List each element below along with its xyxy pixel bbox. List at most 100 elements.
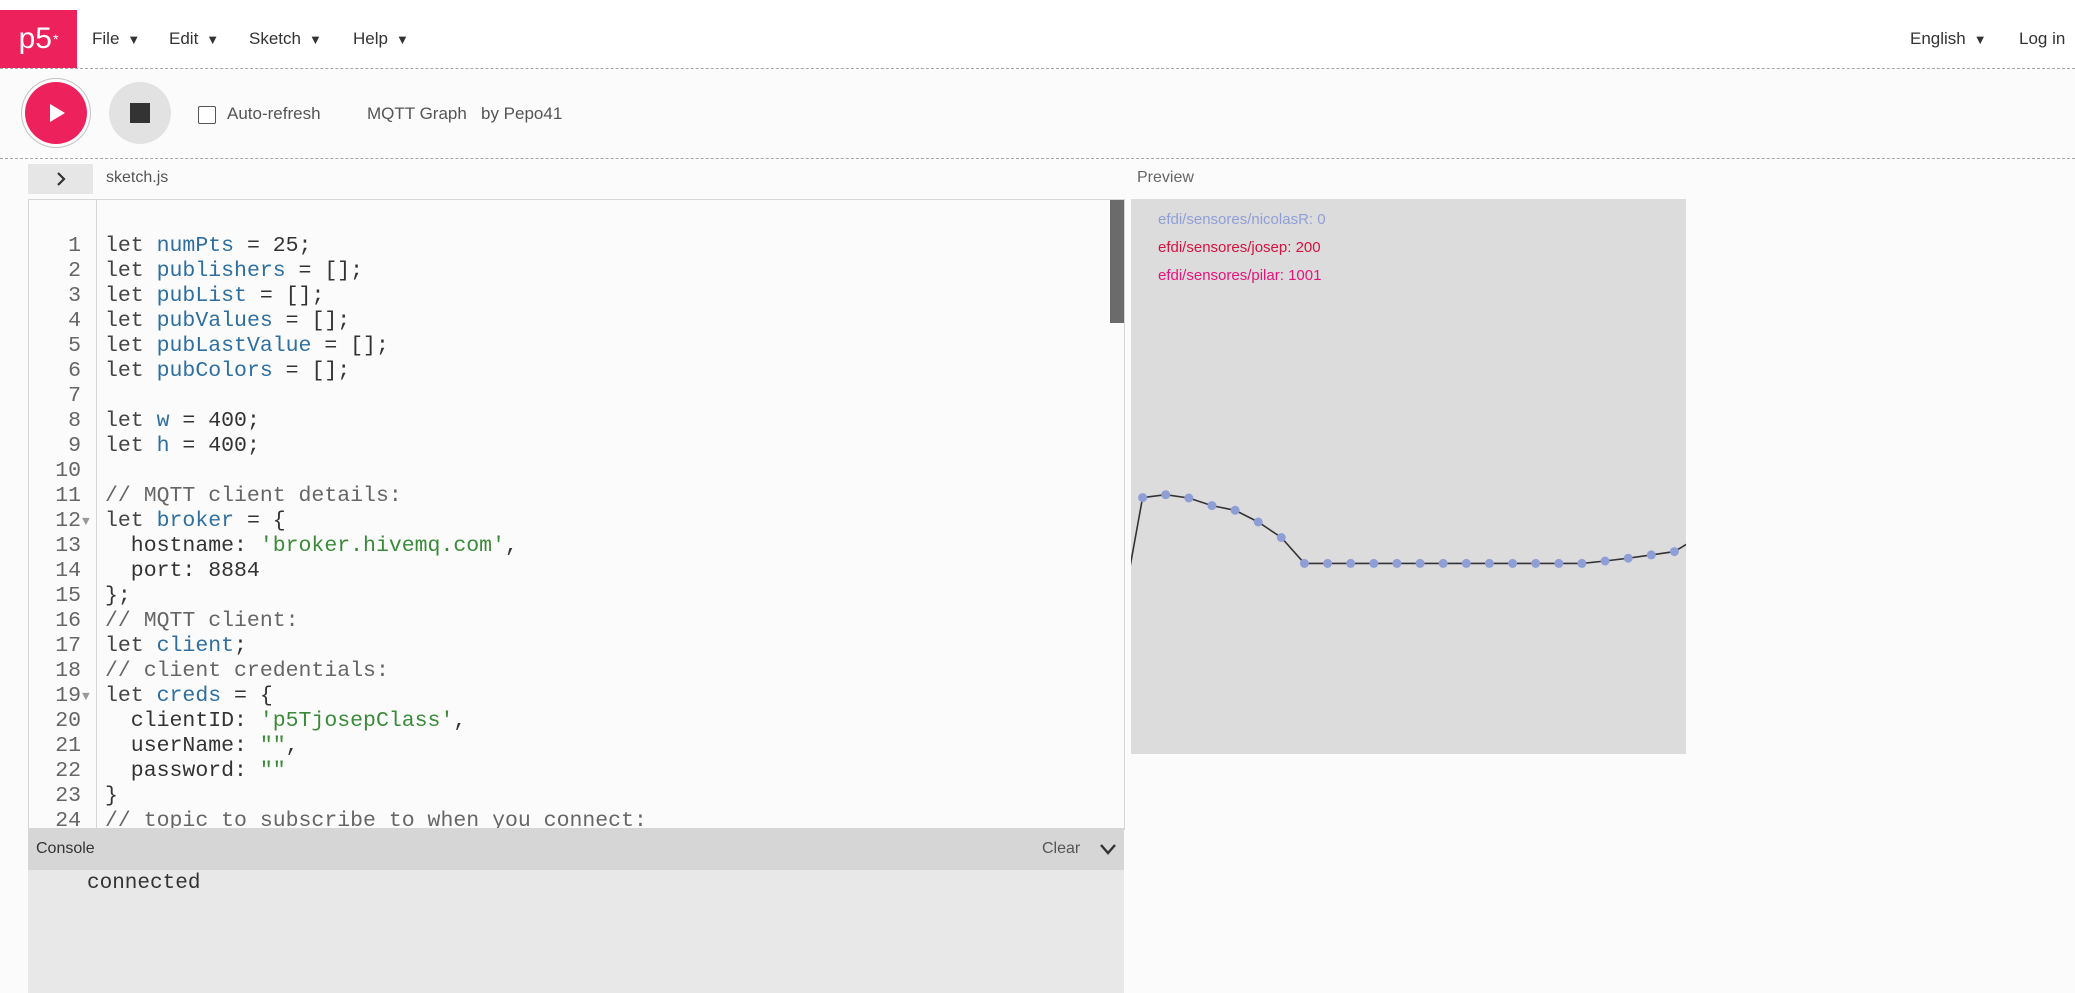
series-point bbox=[1392, 558, 1402, 568]
code-text: let pubValues = []; bbox=[105, 309, 351, 333]
line-number: 21 bbox=[55, 734, 81, 758]
code-line: 17 let client; bbox=[29, 634, 1109, 659]
menu-help[interactable]: Help ▼ bbox=[353, 10, 409, 68]
sketch-author: by Pepo41 bbox=[481, 104, 563, 123]
code-text: userName: "", bbox=[105, 734, 299, 758]
code-line: 11 // MQTT client details: bbox=[29, 484, 1109, 509]
code-line: 21 userName: "", bbox=[29, 734, 1109, 759]
menu-help-label: Help bbox=[353, 29, 388, 48]
language-selector[interactable]: English ▼ bbox=[1910, 10, 1987, 68]
sidebar-toggle-button[interactable] bbox=[28, 164, 93, 194]
code-text: clientID: 'p5TjosepClass', bbox=[105, 709, 467, 733]
code-line: 6 let pubColors = []; bbox=[29, 359, 1109, 384]
code-text: password: "" bbox=[105, 759, 286, 783]
code-line: 4 let pubValues = []; bbox=[29, 309, 1109, 334]
code-text: } bbox=[105, 784, 118, 808]
stop-icon bbox=[130, 103, 150, 123]
code-text: let pubLastValue = []; bbox=[105, 334, 389, 358]
preview-canvas[interactable]: efdi/sensores/nicolasR: 0 efdi/sensores/… bbox=[1131, 199, 1686, 754]
nav-bar: p5 * File ▼ Edit ▼ Sketch ▼ Help ▼ English ▼ L… bbox=[0, 10, 2075, 69]
fold-arrow-icon[interactable]: ▼ bbox=[82, 684, 96, 709]
menu-sketch[interactable]: Sketch ▼ bbox=[249, 10, 322, 68]
series-point bbox=[1554, 558, 1564, 568]
play-icon bbox=[50, 104, 65, 122]
line-number: 7 bbox=[68, 384, 81, 408]
code-line: 10 bbox=[29, 459, 1109, 484]
toolbar: Auto-refresh MQTT Graph by Pepo41 bbox=[0, 69, 2075, 159]
line-number: 22 bbox=[55, 759, 81, 783]
code-line: 16 // MQTT client: bbox=[29, 609, 1109, 634]
code-line: 20 clientID: 'p5TjosepClass', bbox=[29, 709, 1109, 734]
line-number: 4 bbox=[68, 309, 81, 333]
editor-scrollbar[interactable] bbox=[1110, 200, 1124, 323]
line-number: 17 bbox=[55, 634, 81, 658]
series-point bbox=[1531, 558, 1541, 568]
code-text: let h = 400; bbox=[105, 434, 260, 458]
code-line: 12 ▼ let broker = { bbox=[29, 509, 1109, 534]
play-button[interactable] bbox=[25, 82, 87, 144]
code-text: port: 8884 bbox=[105, 559, 260, 583]
auto-refresh-label: Auto-refresh bbox=[227, 104, 321, 123]
series-point bbox=[1669, 547, 1679, 557]
series-point bbox=[1508, 558, 1518, 568]
code-text: let pubList = []; bbox=[105, 284, 325, 308]
series-point bbox=[1438, 558, 1448, 568]
code-text: // MQTT client details: bbox=[105, 484, 402, 508]
sketch-name[interactable]: MQTT Graph bbox=[367, 104, 467, 124]
language-label: English bbox=[1910, 29, 1966, 48]
series-point bbox=[1323, 558, 1333, 568]
caret-down-icon: ▼ bbox=[1973, 31, 1987, 47]
series-point bbox=[1207, 501, 1217, 511]
line-number: 2 bbox=[68, 259, 81, 283]
line-number: 6 bbox=[68, 359, 81, 383]
line-number: 8 bbox=[68, 409, 81, 433]
series-point bbox=[1161, 490, 1171, 500]
fold-arrow-icon[interactable]: ▼ bbox=[82, 509, 96, 534]
line-number: 20 bbox=[55, 709, 81, 733]
login-link[interactable]: Log in bbox=[2019, 10, 2065, 68]
caret-down-icon: ▼ bbox=[127, 31, 141, 47]
line-number: 23 bbox=[55, 784, 81, 808]
chevron-down-icon[interactable] bbox=[1098, 839, 1118, 859]
line-number: 3 bbox=[68, 284, 81, 308]
line-number: 19 bbox=[55, 684, 81, 708]
code-text: let creds = { bbox=[105, 684, 273, 708]
menu-file[interactable]: File ▼ bbox=[92, 10, 140, 68]
code-line: 1 let numPts = 25; bbox=[29, 234, 1109, 259]
line-number: 10 bbox=[55, 459, 81, 483]
menu-edit[interactable]: Edit ▼ bbox=[169, 10, 219, 68]
code-text: let numPts = 25; bbox=[105, 234, 312, 258]
line-number: 9 bbox=[68, 434, 81, 458]
auto-refresh-checkbox[interactable] bbox=[198, 106, 216, 124]
code-text: // client credentials: bbox=[105, 659, 389, 683]
caret-down-icon: ▼ bbox=[308, 31, 322, 47]
series-point bbox=[1461, 558, 1471, 568]
series-point bbox=[1230, 505, 1240, 515]
series-point bbox=[1184, 493, 1194, 503]
code-line: 15}; bbox=[29, 584, 1109, 609]
code-text: // topic to subscribe to when you connec… bbox=[105, 809, 647, 830]
code-line: 19 ▼ let creds = { bbox=[29, 684, 1109, 709]
stop-button[interactable] bbox=[109, 82, 171, 144]
console-clear-button[interactable]: Clear bbox=[1042, 840, 1080, 858]
menu-file-label: File bbox=[92, 29, 120, 48]
line-number: 11 bbox=[55, 484, 81, 508]
menu-edit-label: Edit bbox=[169, 29, 199, 48]
code-text: }; bbox=[105, 584, 131, 608]
code-line: 22 password: "" bbox=[29, 759, 1109, 784]
series-point bbox=[1600, 556, 1610, 566]
menu-sketch-label: Sketch bbox=[249, 29, 301, 48]
series-point bbox=[1138, 493, 1148, 503]
code-line: 5 let pubLastValue = []; bbox=[29, 334, 1109, 359]
file-tab-sketch-js[interactable]: sketch.js bbox=[106, 169, 168, 187]
p5-logo[interactable]: p5 * bbox=[0, 10, 77, 68]
series-point bbox=[1276, 533, 1286, 542]
series-point bbox=[1623, 553, 1633, 563]
code-line: 14 port: 8884 bbox=[29, 559, 1109, 584]
code-editor[interactable]: 1 let numPts = 25; 2 let publishers = []; 3 l… bbox=[28, 199, 1125, 830]
console-message: connected bbox=[87, 872, 201, 895]
line-number: 24 bbox=[55, 809, 81, 830]
code-text: let client; bbox=[105, 634, 247, 658]
chevron-right-icon bbox=[56, 172, 66, 186]
line-number: 16 bbox=[55, 609, 81, 633]
